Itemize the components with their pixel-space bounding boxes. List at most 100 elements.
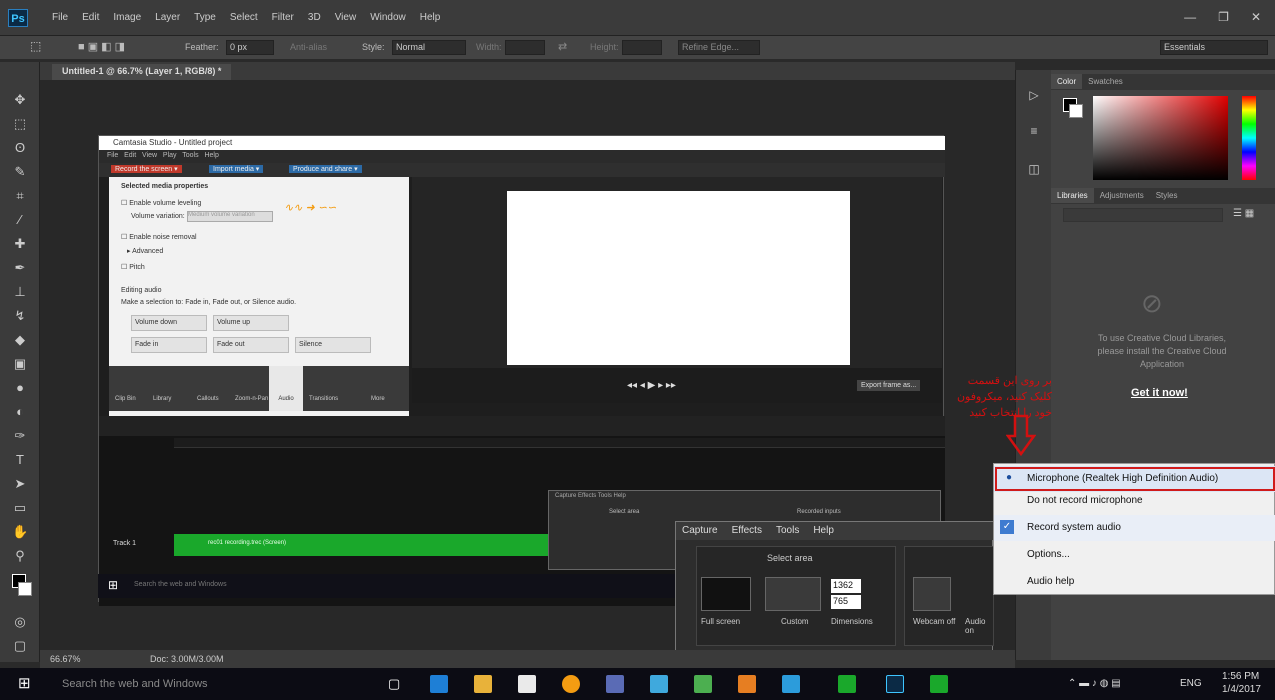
pen-tool-icon[interactable]: ✑ (12, 428, 28, 444)
options-option[interactable]: Options... (994, 542, 1275, 568)
rec-menu-help[interactable]: Help (813, 525, 834, 537)
rec-menu-effects[interactable]: Effects (732, 525, 762, 537)
volume-up-button[interactable]: Volume up (213, 315, 289, 331)
start-button-icon[interactable]: ⊞ (18, 674, 31, 692)
recorder-taskbar-icon[interactable] (930, 675, 948, 693)
lasso-tool-icon[interactable]: ʘ (12, 140, 28, 156)
menu-select[interactable]: Select (230, 12, 258, 23)
bg-swatch[interactable] (1069, 104, 1083, 118)
store-icon[interactable] (518, 675, 536, 693)
callouts-tab[interactable]: Callouts (197, 396, 219, 402)
get-it-now-link[interactable]: Get it now! (1131, 387, 1188, 399)
task-view-icon[interactable]: ▢ (388, 676, 400, 692)
pitch-checkbox[interactable]: ☐ Pitch (121, 263, 145, 271)
search-box[interactable]: Search the web and Windows (62, 678, 208, 690)
clip-bin-tab[interactable]: Clip Bin (115, 396, 136, 402)
clone-stamp-icon[interactable]: ⊥ (12, 284, 28, 300)
playback-buttons-icon[interactable]: ◂◂ ◂ ▶ ▸ ▸▸ (627, 380, 676, 391)
audio-tab[interactable]: Audio (269, 366, 303, 411)
library-tab[interactable]: Library (153, 396, 171, 402)
layers-icon[interactable]: ◫ (1025, 160, 1043, 178)
rec-menu-capture[interactable]: Capture (682, 525, 718, 537)
import-media-button[interactable]: Import media ▾ (209, 165, 264, 173)
no-microphone-option[interactable]: Do not record microphone (994, 488, 1275, 514)
app-icon-1[interactable] (606, 675, 624, 693)
eyedropper-icon[interactable]: ⁄ (12, 212, 28, 228)
clock-date[interactable]: 1/4/2017 (1222, 684, 1261, 695)
shape-tool-icon[interactable]: ▭ (12, 500, 28, 516)
silence-button[interactable]: Silence (295, 337, 371, 353)
rec-menu-tools[interactable]: Tools (776, 525, 799, 537)
file-explorer-icon[interactable] (474, 675, 492, 693)
document-tab[interactable]: Untitled-1 @ 66.7% (Layer 1, RGB/8) * (52, 64, 232, 80)
language-indicator[interactable]: ENG (1180, 678, 1202, 689)
cam-menu-file[interactable]: File (107, 152, 118, 159)
chrome-icon[interactable] (562, 675, 580, 693)
minimize-button[interactable]: — (1184, 10, 1196, 24)
app-icon-2[interactable] (650, 675, 668, 693)
dodge-tool-icon[interactable]: ◐ (12, 404, 28, 420)
menu-help[interactable]: Help (420, 12, 441, 23)
cam-menu-edit[interactable]: Edit (124, 152, 136, 159)
quick-select-icon[interactable]: ✎ (12, 164, 28, 180)
eraser-tool-icon[interactable]: ◆ (12, 332, 28, 348)
menu-3d[interactable]: 3D (308, 12, 321, 23)
menu-image[interactable]: Image (113, 12, 141, 23)
cam-menu-tools[interactable]: Tools (182, 152, 198, 159)
volume-variation-select[interactable]: Medium volume variation (187, 211, 273, 222)
history-icon[interactable]: ▷ (1025, 86, 1043, 104)
volume-down-button[interactable]: Volume down (131, 315, 207, 331)
audio-help-option[interactable]: Audio help (994, 569, 1275, 595)
transitions-tab[interactable]: Transitions (309, 396, 338, 402)
zoom-level[interactable]: 66.67% (50, 654, 81, 664)
menu-type[interactable]: Type (194, 12, 216, 23)
zoom-pan-tab[interactable]: Zoom-n-Pan (235, 396, 268, 402)
selection-mode-icon[interactable]: ■ ▣ ◧ ◨ (78, 40, 125, 53)
menu-layer[interactable]: Layer (155, 12, 180, 23)
fade-in-button[interactable]: Fade in (131, 337, 207, 353)
custom-button[interactable] (765, 577, 821, 611)
move-tool-icon[interactable]: ✥ (12, 92, 28, 108)
color-field[interactable] (1093, 96, 1228, 180)
view-toggle-icon[interactable]: ☰ ▦ (1233, 208, 1254, 219)
produce-share-button[interactable]: Produce and share ▾ (289, 165, 362, 173)
maximize-button[interactable]: ❐ (1218, 10, 1229, 24)
library-select[interactable] (1063, 208, 1223, 222)
track-clip[interactable]: rec01 recording.trec (Screen) (174, 534, 554, 556)
fade-out-button[interactable]: Fade out (213, 337, 289, 353)
record-screen-button[interactable]: Record the screen ▾ (111, 165, 182, 173)
volume-leveling-checkbox[interactable]: ☐ Enable volume leveling (121, 199, 201, 207)
more-tab[interactable]: More (371, 396, 385, 402)
properties-icon[interactable]: ≡ (1025, 122, 1043, 140)
advanced-toggle[interactable]: ▸ Advanced (127, 247, 163, 255)
blur-tool-icon[interactable]: ● (12, 380, 28, 396)
menu-filter[interactable]: Filter (272, 12, 294, 23)
zoom-tool-icon[interactable]: ⚲ (12, 548, 28, 564)
height-input[interactable] (622, 40, 662, 55)
path-select-icon[interactable]: ➤ (12, 476, 28, 492)
background-color-swatch[interactable] (18, 582, 32, 596)
cam-menu-view[interactable]: View (142, 152, 157, 159)
noise-removal-checkbox[interactable]: ☐ Enable noise removal (121, 233, 197, 241)
app-icon-5[interactable] (782, 675, 800, 693)
menu-file[interactable]: File (52, 12, 68, 23)
camtasia-taskbar-icon[interactable] (838, 675, 856, 693)
styles-tab[interactable]: Styles (1150, 188, 1184, 203)
photoshop-taskbar-icon[interactable] (886, 675, 904, 693)
full-screen-button[interactable] (701, 577, 751, 611)
swatches-tab[interactable]: Swatches (1082, 74, 1129, 89)
feather-input[interactable]: 0 px (226, 40, 274, 55)
webcam-button[interactable] (913, 577, 951, 611)
history-brush-icon[interactable]: ↯ (12, 308, 28, 324)
export-frame-button[interactable]: Export frame as... (857, 380, 921, 391)
anti-alias-checkbox[interactable]: Anti-alias (290, 42, 327, 52)
workspace-select[interactable]: Essentials (1160, 40, 1268, 55)
height-input[interactable]: 765 (831, 595, 861, 609)
width-input[interactable] (505, 40, 545, 55)
swap-icon[interactable]: ⇄ (558, 40, 567, 53)
screen-mode-icon[interactable]: ▢ (12, 638, 28, 654)
adjustments-tab[interactable]: Adjustments (1094, 188, 1150, 203)
hue-slider[interactable] (1242, 96, 1256, 180)
menu-edit[interactable]: Edit (82, 12, 99, 23)
marquee-tool-icon[interactable]: ⬚ (30, 39, 41, 53)
